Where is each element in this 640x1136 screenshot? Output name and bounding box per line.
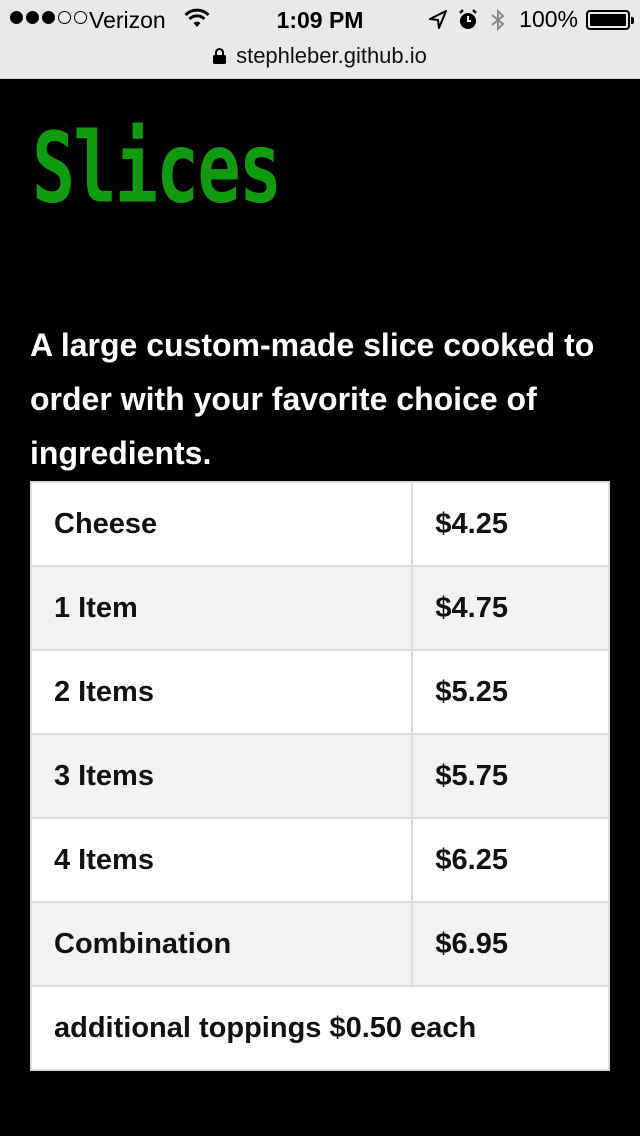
item-price: $4.75 <box>411 565 610 651</box>
table-row: 4 Items $6.25 <box>29 817 610 903</box>
item-price: $4.25 <box>411 481 610 567</box>
lock-icon <box>213 48 227 64</box>
intro-text: A large custom-made slice cooked to orde… <box>30 327 595 471</box>
item-name: Combination <box>29 901 414 987</box>
table-row: 1 Item $4.75 <box>29 565 610 651</box>
additional-toppings-note: additional toppings $0.50 each <box>30 985 610 1071</box>
table-row: Cheese $4.25 <box>29 481 610 567</box>
battery-icon <box>586 9 634 30</box>
status-bar: Verizon 1:09 PM 100% <box>0 0 640 40</box>
url-text[interactable]: stephleber.github.io <box>236 43 427 69</box>
alarm-clock-icon <box>459 8 478 29</box>
item-name: 2 Items <box>29 649 414 735</box>
table-row: 2 Items $5.25 <box>29 649 610 735</box>
item-name: 1 Item <box>29 565 414 651</box>
page-title: Slices <box>32 112 282 225</box>
item-price: $6.25 <box>411 817 610 903</box>
bluetooth-icon <box>491 8 505 31</box>
price-table: Cheese $4.25 1 Item $4.75 2 Items $5.25 … <box>29 481 610 1071</box>
table-row: additional toppings $0.50 each <box>30 985 610 1071</box>
item-name: Cheese <box>29 481 414 567</box>
location-arrow-icon <box>429 9 448 29</box>
item-price: $6.95 <box>411 901 610 987</box>
item-name: 4 Items <box>29 817 414 903</box>
item-price: $5.75 <box>411 733 610 819</box>
item-price: $5.25 <box>411 649 610 735</box>
item-name: 3 Items <box>29 733 414 819</box>
table-row: 3 Items $5.75 <box>29 733 610 819</box>
page-content: Slices A large custom-made slice cooked … <box>29 78 610 1071</box>
table-row: Combination $6.95 <box>29 901 610 987</box>
address-bar[interactable]: stephleber.github.io <box>0 40 640 72</box>
browser-top-bar: Verizon 1:09 PM 100% stephleber.github.i… <box>0 0 640 79</box>
battery-percentage: 100% <box>519 6 578 32</box>
